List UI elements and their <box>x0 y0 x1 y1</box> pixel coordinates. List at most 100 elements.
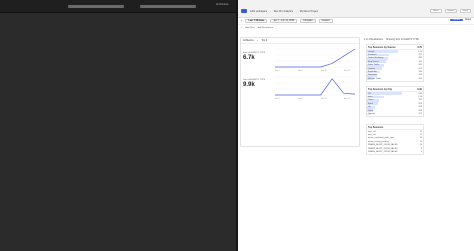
x-tick-label: Jun 11 <box>321 70 328 72</box>
row-value: 942 <box>418 99 422 102</box>
row-value: 377 <box>418 113 422 116</box>
row-label: SMARK_ALERT_FROM_FAILED <box>368 144 398 147</box>
table-row[interactable]: SMARK_ALERT_FROM_FAILED 5 <box>367 150 423 153</box>
x-tick-label: Jun 13 <box>344 98 351 100</box>
x-tick-label: Jun 9 <box>298 98 304 100</box>
series-line <box>275 48 356 68</box>
metrics-panel: All Metrics ⌄ Top 2 Sum of ALERTS TYPE 6… <box>240 37 360 147</box>
table-title-label: Top Sessions by City <box>368 87 392 91</box>
chevron-right-icon: › <box>295 9 297 13</box>
row-value: 5 <box>420 151 422 154</box>
breakdowns-count[interactable]: 4 of 4 Breakdowns <box>364 39 383 41</box>
row-label: Email Ads <box>368 71 377 74</box>
window-status: All Windows <box>216 4 229 6</box>
row-label: Facebook <box>368 54 377 57</box>
header-actions: Share Export Save <box>429 9 471 13</box>
compare-pill[interactable]: Compare <box>300 19 316 23</box>
x-tick-label: Jun 11 <box>321 98 328 100</box>
date-pill[interactable]: Jun 7 - Jun 14, 2024 <box>270 19 298 23</box>
custom-pill[interactable]: Custom <box>318 19 333 23</box>
tab-1[interactable] <box>68 5 124 8</box>
metric-label: Sum of ALERTS TYPE <box>243 52 266 54</box>
row-label: China <box>368 99 374 102</box>
line-chart: Jun 7 Jun 9 Jun 11 Jun 13 <box>273 46 357 72</box>
row-label: Bing Search <box>368 60 379 63</box>
row-label: UK <box>368 106 371 109</box>
add-filter-button[interactable]: Add Filter <box>245 27 254 29</box>
breakdowns-header: 4 of 4 Breakdowns Showing Sum of ALERTS … <box>364 37 472 43</box>
metric-label: Sum of ALERTS TYPE <box>243 79 266 81</box>
date-toolbar: ≡ Last 7 Minutes Jun 7 - Jun 14, 2024 Co… <box>238 18 474 25</box>
row-label: Canada <box>368 113 376 116</box>
titlebar: All Windows <box>0 0 236 13</box>
table-count: 6.7k <box>417 45 422 49</box>
line-chart-svg: Jun 7 Jun 9 Jun 11 Jun 13 <box>275 48 356 72</box>
row-value: 25 <box>419 130 422 133</box>
chevron-down-icon[interactable]: ⌄ <box>257 39 259 42</box>
row-value: 19 <box>419 137 422 140</box>
row-label: admin_receipt_pending <box>368 140 389 143</box>
row-value: 498 <box>418 109 422 112</box>
table-title-label: Top Sessions <box>368 125 384 129</box>
update-button[interactable]: Update <box>449 19 463 21</box>
row-label: Brazil <box>368 102 374 105</box>
filter-icon: + <box>241 27 243 29</box>
breakdown-table: Top Sessions by Source 6.7k Google 1.1k Fa… <box>366 44 424 82</box>
metric-block: Sum of ALERTS TYPE 9.9k <box>243 79 271 88</box>
row-value: 603 <box>418 106 422 109</box>
breakdowns-subtitle: Showing Sum of ALERTS TYPE <box>386 39 419 41</box>
row-value: 927 <box>418 54 422 57</box>
x-tick-label: Jun 7 <box>275 70 281 72</box>
add-breakdown-button[interactable]: Add Breakdown <box>258 27 273 29</box>
row-label: Direct Traffic <box>368 64 380 67</box>
metric-value: 9.9k <box>243 82 255 88</box>
breakdown-table: Top Sessions item_sid 25 item_sid 21 admin_c… <box>366 124 424 155</box>
row-value: 760 <box>418 60 422 63</box>
metrics-title[interactable]: All Metrics <box>243 40 254 42</box>
tab-2[interactable] <box>140 5 196 8</box>
metrics-header: All Metrics ⌄ Top 2 <box>241 38 359 44</box>
row-label: item_sid <box>368 134 376 137</box>
logo-icon[interactable] <box>241 9 247 13</box>
row-label: SMARK_ALERT_FROM_FAILED <box>368 151 398 154</box>
toolbar-actions: Update Reset <box>449 19 471 21</box>
breadcrumb: Gill's workspace › Ben W's Analytics › M… <box>241 9 318 13</box>
crumb-project[interactable]: My Demo Project <box>300 10 318 13</box>
table-row[interactable]: Canada 377 <box>367 112 423 116</box>
row-value: 14 <box>419 140 422 143</box>
row-value: 612 <box>418 67 422 70</box>
crumb-workspace[interactable]: Gill's workspace <box>250 10 267 13</box>
breakdown-table: Top Sessions by City 9.9k US 4.3k India 1.2… <box>366 86 424 117</box>
filter-row: + Add Filter Add Breakdown <box>238 25 474 31</box>
crumb-analytics[interactable]: Ben W's Analytics <box>274 10 293 13</box>
row-label: admin_confirmed_order_type <box>368 137 395 140</box>
series-line <box>275 78 356 96</box>
x-tick-label: Jun 7 <box>275 98 281 100</box>
save-button[interactable]: Save <box>460 9 471 13</box>
row-label: SMARK_ALERT_FROM_FAILED <box>368 147 398 150</box>
row-label: Newsletter <box>368 74 378 77</box>
row-label: Google <box>368 50 375 53</box>
browser-window: Gill's workspace › Ben W's Analytics › M… <box>238 0 474 251</box>
x-tick-label: Jun 13 <box>344 70 351 72</box>
terminal-window: All Windows <box>0 0 236 251</box>
table-row[interactable]: Referral Traffic 290 <box>367 77 423 81</box>
row-value: 21 <box>419 134 422 137</box>
table-title-label: Top Sessions by Source <box>368 45 396 49</box>
row-value: 560 <box>418 71 422 74</box>
menu-icon[interactable]: ≡ <box>241 20 242 22</box>
table-count: 9.9k <box>417 87 422 91</box>
row-label: Referral Traffic <box>368 77 382 80</box>
x-tick-label: Jun 9 <box>298 70 304 72</box>
row-value: 1.1k <box>418 50 422 53</box>
reset-button[interactable]: Reset <box>465 19 471 21</box>
row-label: item_sid <box>368 130 376 133</box>
range-pill[interactable]: Last 7 Minutes <box>245 19 268 23</box>
metric-value: 6.7k <box>243 55 255 61</box>
export-button[interactable]: Export <box>444 9 457 13</box>
top-n-select[interactable]: Top 2 <box>262 40 268 42</box>
metric-block: Sum of ALERTS TYPE 6.7k <box>243 52 271 61</box>
share-button[interactable]: Share <box>429 9 442 13</box>
row-label: US <box>368 92 371 95</box>
row-value: 290 <box>418 77 422 80</box>
